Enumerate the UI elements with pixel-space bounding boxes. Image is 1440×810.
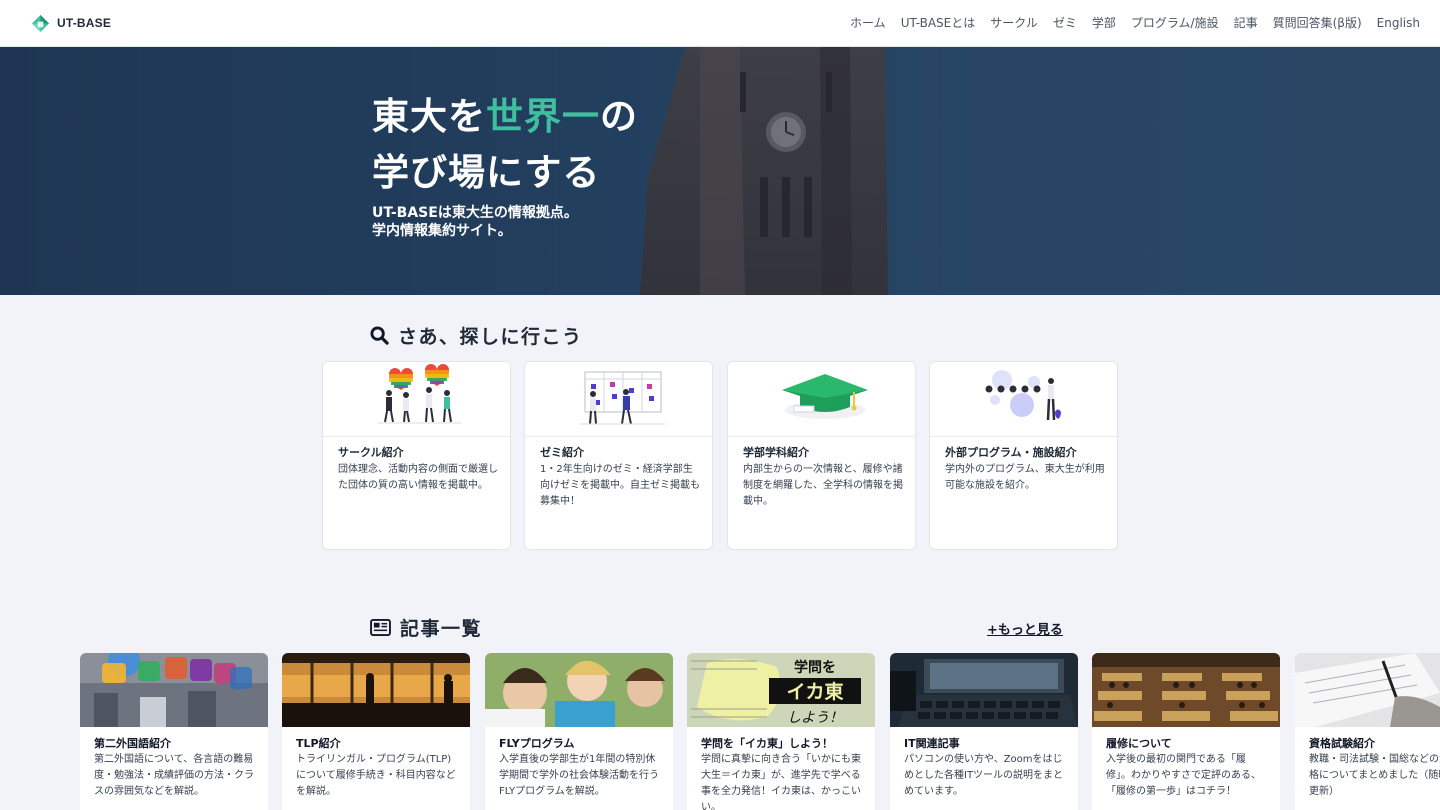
nav-english[interactable]: English <box>1377 16 1420 30</box>
clock-tower-image <box>0 47 1440 295</box>
article-card-fly-program[interactable]: FLYプログラム 入学直後の学部生が1年間の特別休学期間で学外の社会体験活動を行… <box>485 653 673 810</box>
fly-program-desc: 入学直後の学部生が1年間の特別休学期間で学外の社会体験活動を行うFLYプログラム… <box>499 754 659 797</box>
faculties-card-desc: 内部生からの一次情報と、履修や諸制度を網羅した、全学科の情報を掲載中。 <box>743 464 903 507</box>
search-section-heading: さあ、探しに行こう <box>370 322 583 349</box>
faculties-illustration <box>728 362 915 437</box>
nav-about[interactable]: UT-BASEとは <box>901 14 976 31</box>
article-card-course-registration[interactable]: 履修について 入学後の最初の関門である「履修」。わかりやすさで定評のある、「履修… <box>1092 653 1280 810</box>
category-card-circles[interactable]: サークル紹介 団体理念、活動内容の側面で厳選した団体の質の高い情報を掲載中。 <box>322 361 511 550</box>
logo-icon <box>31 14 50 32</box>
article-card-second-language[interactable]: 第二外国語紹介 第二外国語について、各言語の難易度・勉強法・成績評価の方法・クラ… <box>80 653 268 810</box>
faculties-card-title: 学部学科紹介 <box>743 446 809 459</box>
certifications-thumbnail <box>1295 653 1440 727</box>
hero-title-accent: 世界一 <box>486 95 600 138</box>
fly-program-thumbnail <box>485 653 673 727</box>
ikato-thumb-text-2: イカ東 <box>786 680 843 703</box>
it-title: IT関連記事 <box>904 737 960 750</box>
second-language-thumbnail <box>80 653 268 727</box>
site-logo[interactable]: UT-BASE <box>31 13 111 33</box>
ikato-thumbnail: 学問を イカ東 しよう！ <box>687 653 875 727</box>
seminars-card-desc: 1・2年生向けのゼミ・経済学部生向けゼミを掲載中。自主ゼミ掲載も募集中！ <box>540 464 700 507</box>
circles-card-desc: 団体理念、活動内容の側面で厳選した団体の質の高い情報を掲載中。 <box>338 464 498 491</box>
fly-program-title: FLYプログラム <box>499 737 575 750</box>
seminars-card-title: ゼミ紹介 <box>540 446 584 459</box>
search-section-title: さあ、探しに行こう <box>398 326 583 348</box>
nav-faq[interactable]: 質問回答集(β版) <box>1273 14 1362 31</box>
ikato-thumb-text-1: 学問を <box>794 659 836 676</box>
hero-sub-line1: UT-BASEは東大生の情報拠点。 <box>372 205 578 221</box>
programs-illustration <box>930 362 1117 437</box>
logo-text: UT-BASE <box>57 16 112 30</box>
articles-section-heading: 記事一覧 <box>370 614 482 641</box>
programs-card-title: 外部プログラム・施設紹介 <box>945 446 1077 459</box>
newspaper-icon <box>370 619 391 636</box>
article-card-ikato[interactable]: 学問を イカ東 しよう！ 学問を「イカ東」しよう！ 学問に真摯に向き合う「いかに… <box>687 653 875 810</box>
tlp-desc: トライリンガル・プログラム(TLP)について履修手続き・科目内容などを解説。 <box>296 754 456 797</box>
seminars-illustration <box>525 362 712 437</box>
articles-section-title: 記事一覧 <box>400 618 483 640</box>
hero-title-line2: 学び場にする <box>372 151 601 194</box>
category-card-seminars[interactable]: ゼミ紹介 1・2年生向けのゼミ・経済学部生向けゼミを掲載中。自主ゼミ掲載も募集中… <box>524 361 713 550</box>
library-thumbnail <box>1092 653 1280 727</box>
second-language-desc: 第二外国語について、各言語の難易度・勉強法・成績評価の方法・クラスの雰囲気などを… <box>94 754 254 797</box>
hero-subtitle: UT-BASEは東大生の情報拠点。 学内情報集約サイト。 <box>372 204 578 240</box>
it-thumbnail <box>890 653 1078 727</box>
category-card-programs[interactable]: 外部プログラム・施設紹介 学内外のプログラム、東大生が利用可能な施設を紹介。 <box>929 361 1118 550</box>
hero-title: 東大を世界一の 学び場にする <box>372 89 638 201</box>
certifications-title: 資格試験紹介 <box>1309 737 1375 750</box>
tlp-thumbnail <box>282 653 470 727</box>
nav-programs[interactable]: プログラム/施設 <box>1131 14 1219 31</box>
programs-card-desc: 学内外のプログラム、東大生が利用可能な施設を紹介。 <box>945 464 1105 491</box>
nav-seminars[interactable]: ゼミ <box>1053 14 1077 31</box>
ikato-thumb-text-3: しよう！ <box>787 710 843 726</box>
course-registration-desc: 入学後の最初の関門である「履修」。わかりやすさで定評のある、「履修の第一歩」はコ… <box>1106 754 1261 797</box>
course-registration-title: 履修について <box>1106 737 1172 750</box>
it-desc: パソコンの使い方や、Zoomをはじめとした各種ITツールの説明をまとめています。 <box>904 754 1064 797</box>
more-articles-link[interactable]: +もっと見る <box>987 619 1063 638</box>
certifications-desc: 教職・司法試験・国総などの資格についてまとめました（随時更新） <box>1309 754 1440 797</box>
search-icon <box>370 326 389 345</box>
ikato-desc: 学問に真摯に向き合う「いかにも東大生＝イカ東」が、進学先で学べる事を全力発信！イ… <box>701 754 861 810</box>
nav-faculties[interactable]: 学部 <box>1092 14 1116 31</box>
circles-card-title: サークル紹介 <box>338 446 404 459</box>
site-header: UT-BASE ホーム UT-BASEとは サークル ゼミ 学部 プログラム/施… <box>0 0 1440 47</box>
nav-articles[interactable]: 記事 <box>1234 14 1258 31</box>
circles-illustration <box>323 362 510 437</box>
article-card-it[interactable]: IT関連記事 パソコンの使い方や、Zoomをはじめとした各種ITツールの説明をま… <box>890 653 1078 810</box>
main-nav: ホーム UT-BASEとは サークル ゼミ 学部 プログラム/施設 記事 質問回… <box>850 14 1420 31</box>
nav-circles[interactable]: サークル <box>990 14 1038 31</box>
tlp-title: TLP紹介 <box>296 737 341 750</box>
article-card-certifications[interactable]: 資格試験紹介 教職・司法試験・国総などの資格についてまとめました（随時更新） <box>1295 653 1440 810</box>
ikato-title: 学問を「イカ東」しよう！ <box>701 737 833 750</box>
hero-banner: 東大を世界一の 学び場にする UT-BASEは東大生の情報拠点。 学内情報集約サ… <box>0 47 1440 295</box>
second-language-title: 第二外国語紹介 <box>94 737 171 750</box>
hero-sub-line2: 学内情報集約サイト。 <box>372 223 512 239</box>
nav-home[interactable]: ホーム <box>850 14 886 31</box>
article-card-tlp[interactable]: TLP紹介 トライリンガル・プログラム(TLP)について履修手続き・科目内容など… <box>282 653 470 810</box>
hero-title-part2: の <box>600 95 638 138</box>
hero-title-part1: 東大を <box>372 95 486 138</box>
category-card-faculties[interactable]: 学部学科紹介 内部生からの一次情報と、履修や諸制度を網羅した、全学科の情報を掲載… <box>727 361 916 550</box>
